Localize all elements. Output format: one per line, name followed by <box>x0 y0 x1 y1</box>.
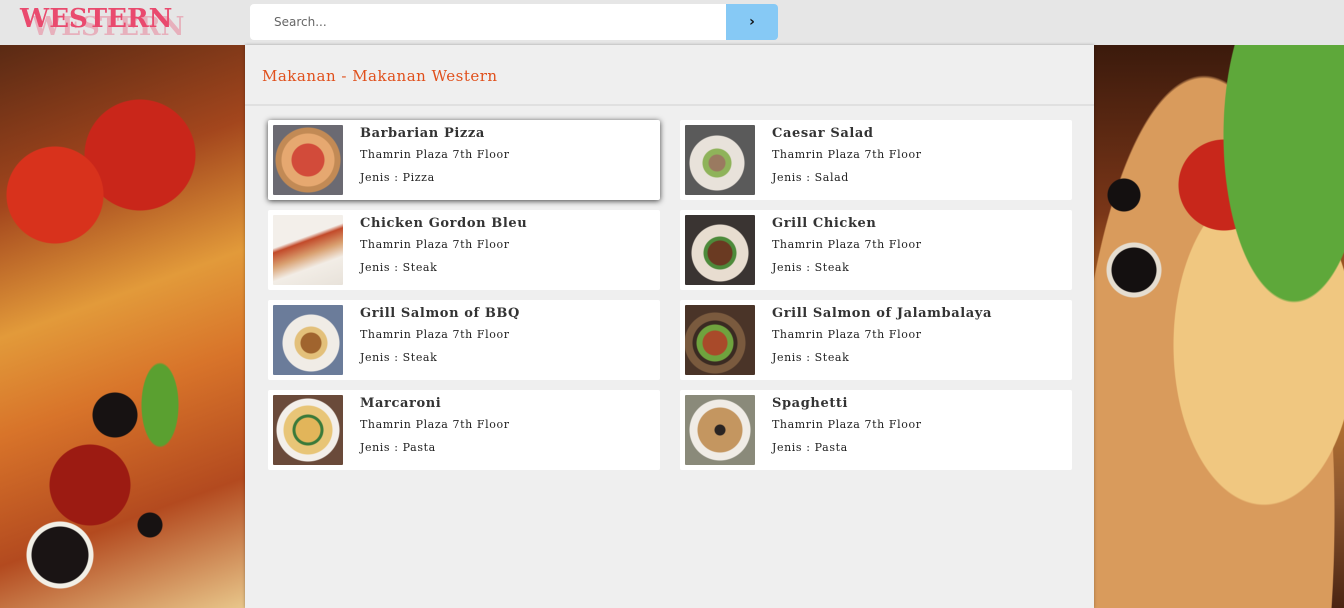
menu-item-location: Thamrin Plaza 7th Floor <box>360 328 510 341</box>
logo-text: WESTERN <box>20 4 173 34</box>
content-panel: Makanan - Makanan Western Barbarian Pizz… <box>245 45 1094 608</box>
menu-item-card[interactable]: Spaghetti Thamrin Plaza 7th Floor Jenis … <box>680 390 1072 470</box>
menu-item-name: Grill Salmon of Jalambalaya <box>772 306 992 321</box>
search-button[interactable]: › <box>726 4 778 40</box>
menu-item-type: Jenis : Steak <box>772 261 850 274</box>
top-bar: WESTERN WESTERN › <box>0 0 1344 45</box>
menu-item-type: Jenis : Pasta <box>360 441 436 454</box>
menu-item-name: Grill Chicken <box>772 216 877 231</box>
site-logo[interactable]: WESTERN WESTERN <box>20 2 184 42</box>
menu-item-card[interactable]: Caesar Salad Thamrin Plaza 7th Floor Jen… <box>680 120 1072 200</box>
menu-item-card[interactable]: Grill Salmon of Jalambalaya Thamrin Plaz… <box>680 300 1072 380</box>
menu-item-card[interactable]: Grill Salmon of BBQ Thamrin Plaza 7th Fl… <box>268 300 660 380</box>
food-thumbnail <box>685 215 755 285</box>
menu-item-location: Thamrin Plaza 7th Floor <box>772 328 922 341</box>
food-thumbnail <box>273 305 343 375</box>
menu-item-name: Caesar Salad <box>772 126 874 141</box>
menu-item-location: Thamrin Plaza 7th Floor <box>772 418 922 431</box>
search-input[interactable] <box>250 4 726 40</box>
panel-header: Makanan - Makanan Western <box>245 45 1094 106</box>
food-thumbnail <box>273 125 343 195</box>
menu-item-type: Jenis : Salad <box>772 171 849 184</box>
menu-item-type: Jenis : Pasta <box>772 441 848 454</box>
menu-item-name: Grill Salmon of BBQ <box>360 306 520 321</box>
menu-item-card[interactable]: Barbarian Pizza Thamrin Plaza 7th Floor … <box>268 120 660 200</box>
chevron-right-icon: › <box>749 14 755 30</box>
menu-item-location: Thamrin Plaza 7th Floor <box>360 418 510 431</box>
menu-item-type: Jenis : Steak <box>772 351 850 364</box>
background-pizza-image-left <box>0 45 245 608</box>
menu-item-name: Spaghetti <box>772 396 849 411</box>
menu-item-location: Thamrin Plaza 7th Floor <box>360 148 510 161</box>
page-title: Makanan - Makanan Western <box>262 67 498 85</box>
menu-item-name: Barbarian Pizza <box>360 126 485 141</box>
food-thumbnail <box>685 305 755 375</box>
menu-item-type: Jenis : Steak <box>360 261 438 274</box>
menu-item-name: Marcaroni <box>360 396 442 411</box>
menu-item-card[interactable]: Marcaroni Thamrin Plaza 7th Floor Jenis … <box>268 390 660 470</box>
food-thumbnail <box>685 395 755 465</box>
background-pizza-image-right <box>1094 45 1344 608</box>
food-thumbnail <box>273 215 343 285</box>
food-thumbnail <box>273 395 343 465</box>
menu-item-card[interactable]: Grill Chicken Thamrin Plaza 7th Floor Je… <box>680 210 1072 290</box>
menu-item-type: Jenis : Pizza <box>360 171 435 184</box>
food-thumbnail <box>685 125 755 195</box>
menu-item-location: Thamrin Plaza 7th Floor <box>360 238 510 251</box>
menu-item-location: Thamrin Plaza 7th Floor <box>772 148 922 161</box>
menu-grid: Barbarian Pizza Thamrin Plaza 7th Floor … <box>268 120 1072 470</box>
menu-item-type: Jenis : Steak <box>360 351 438 364</box>
menu-item-name: Chicken Gordon Bleu <box>360 216 528 231</box>
menu-item-location: Thamrin Plaza 7th Floor <box>772 238 922 251</box>
menu-item-card[interactable]: Chicken Gordon Bleu Thamrin Plaza 7th Fl… <box>268 210 660 290</box>
